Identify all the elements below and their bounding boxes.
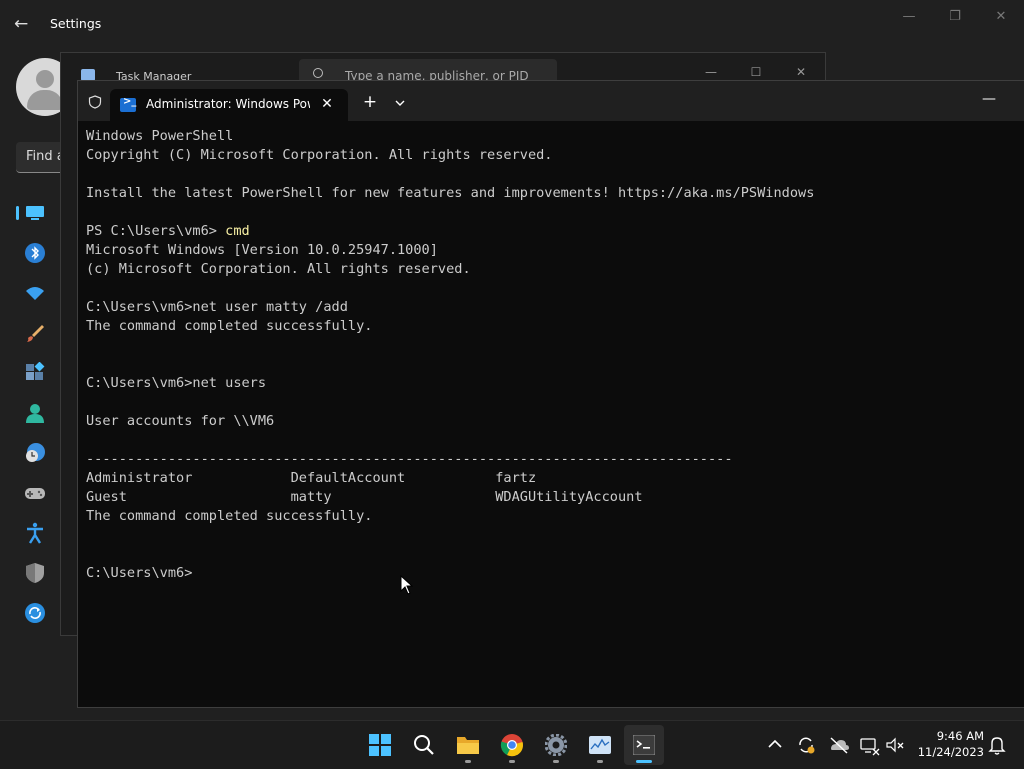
accessibility-icon[interactable] (24, 522, 46, 544)
task-manager-button[interactable] (580, 725, 620, 765)
tab-title: Administrator: Windows PowerShell (146, 97, 310, 111)
terminal-button[interactable] (624, 725, 664, 765)
console-line: The command completed successfully. (86, 508, 373, 524)
console-output[interactable]: Windows PowerShell Copyright (C) Microsof… (86, 127, 1016, 697)
running-indicator (597, 760, 603, 763)
settings-close-button[interactable]: ✕ (978, 6, 1024, 28)
settings-button[interactable] (536, 725, 576, 765)
network-disconnected-icon[interactable] (859, 733, 881, 757)
console-line: Windows PowerShell (86, 128, 234, 144)
personalization-icon[interactable] (24, 322, 46, 344)
new-tab-button[interactable]: + (360, 93, 380, 113)
back-button[interactable]: ← (14, 12, 34, 36)
bluetooth-icon[interactable] (24, 242, 46, 264)
gaming-icon[interactable] (24, 482, 46, 504)
search-button[interactable] (404, 725, 444, 765)
settings-icon (545, 734, 567, 756)
settings-titlebar: ← Settings — ❐ ✕ (0, 0, 1024, 48)
file-explorer-icon (457, 737, 479, 754)
console-line: Microsoft Windows [Version 10.0.25947.10… (86, 242, 438, 258)
admin-shield-icon (88, 95, 102, 109)
console-line: User accounts for \\VM6 (86, 413, 275, 429)
chrome-button[interactable] (492, 725, 532, 765)
network-icon[interactable] (24, 282, 46, 304)
clock-date: 11/24/2023 (917, 745, 984, 759)
sync-icon[interactable] (795, 733, 817, 757)
system-icon[interactable] (24, 202, 46, 224)
settings-search-text: Find a (26, 149, 65, 164)
start-icon (369, 734, 391, 756)
terminal-minimize-button[interactable]: — (974, 91, 1004, 109)
volume-muted-icon[interactable] (884, 733, 906, 757)
console-command: cmd (225, 223, 250, 239)
windows-update-icon[interactable] (24, 602, 46, 624)
taskbar: 9:46 AM 11/24/2023 (0, 720, 1024, 769)
running-indicator (465, 760, 471, 763)
start-button[interactable] (360, 725, 400, 765)
terminal-window: >_ Administrator: Windows PowerShell ✕ +… (77, 80, 1024, 708)
clock-time: 9:46 AM (936, 729, 984, 743)
console-line: Install the latest PowerShell for new fe… (86, 185, 815, 201)
nav-selection-indicator (16, 206, 19, 220)
active-indicator (636, 760, 652, 763)
powershell-icon: >_ (120, 96, 136, 112)
console-line: Guest matty WDAGUtilityAccount (86, 489, 643, 505)
task-manager-icon (589, 736, 611, 754)
terminal-icon (633, 735, 655, 755)
privacy-security-icon[interactable] (24, 562, 46, 584)
console-line: Copyright (C) Microsoft Corporation. All… (86, 147, 553, 163)
console-line: C:\Users\vm6>net users (86, 375, 267, 391)
console-line: C:\Users\vm6> (86, 565, 193, 581)
search-icon (313, 68, 323, 78)
system-clock[interactable]: 9:46 AM 11/24/2023 (914, 728, 984, 760)
notification-bell-icon[interactable] (986, 733, 1008, 757)
tab-close-button[interactable]: ✕ (318, 95, 336, 113)
chrome-icon (500, 734, 523, 757)
file-explorer-button[interactable] (448, 725, 488, 765)
time-language-icon[interactable] (24, 442, 46, 464)
tab-powershell[interactable]: >_ Administrator: Windows PowerShell ✕ (110, 89, 348, 121)
console-line: PS C:\Users\vm6> cmd (86, 222, 1016, 241)
settings-maximize-button[interactable]: ❐ (932, 6, 978, 28)
console-line: The command completed successfully. (86, 318, 373, 334)
chevron-up-icon[interactable] (764, 733, 786, 757)
console-line: (c) Microsoft Corporation. All rights re… (86, 261, 471, 277)
search-icon (414, 735, 434, 755)
mouse-cursor-icon (400, 575, 414, 595)
console-line: C:\Users\vm6>net user matty /add (86, 299, 348, 315)
chevron-down-icon[interactable] (390, 93, 410, 113)
settings-minimize-button[interactable]: — (886, 6, 932, 28)
apps-icon[interactable] (24, 362, 46, 384)
console-prompt: PS C:\Users\vm6> (86, 223, 226, 239)
accounts-icon[interactable] (24, 402, 46, 424)
running-indicator (509, 760, 515, 763)
settings-title: Settings (50, 16, 102, 31)
console-line: ----------------------------------------… (86, 451, 733, 467)
onedrive-offline-icon[interactable] (828, 733, 850, 757)
running-indicator (553, 760, 559, 763)
terminal-titlebar: >_ Administrator: Windows PowerShell ✕ +… (78, 81, 1024, 121)
console-line: Administrator DefaultAccount fartz (86, 470, 537, 486)
